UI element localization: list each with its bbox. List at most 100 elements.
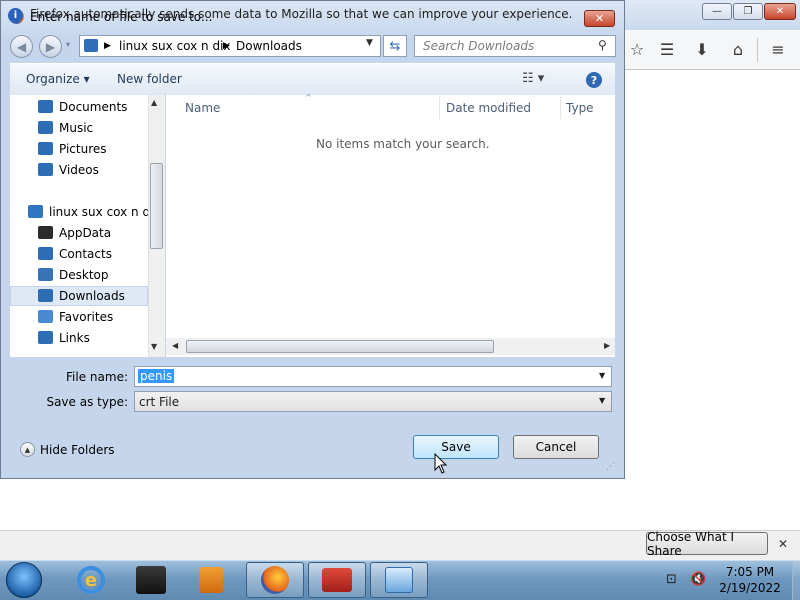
clock-date: 2/19/2022 xyxy=(719,581,781,595)
save-as-type-value: crt File xyxy=(139,395,180,409)
firefox-close-button[interactable]: ✕ xyxy=(764,3,796,20)
documents-icon xyxy=(38,100,53,113)
sidebar-item-pictures[interactable]: Pictures xyxy=(59,142,107,156)
save-button[interactable]: Save xyxy=(413,435,499,459)
back-button[interactable]: ◀ xyxy=(10,35,33,58)
mouse-cursor-icon xyxy=(434,453,448,474)
folder-icon xyxy=(84,39,98,52)
firefox-icon xyxy=(261,566,289,594)
toolbar-divider xyxy=(757,38,758,62)
save-as-type-label: Save as type: xyxy=(46,395,128,409)
scroll-left-icon[interactable]: ◀ xyxy=(172,341,178,350)
new-folder-button[interactable]: New folder xyxy=(117,72,182,86)
sidebar-item-links[interactable]: Links xyxy=(59,331,90,345)
file-name-value: penis xyxy=(138,369,175,383)
favorites-icon xyxy=(38,310,53,323)
save-as-type-select[interactable]: crt File ▼ xyxy=(134,391,612,412)
toolbox-icon xyxy=(322,568,352,592)
column-divider xyxy=(439,97,440,119)
toolbox-taskbar-icon[interactable] xyxy=(308,562,366,598)
sort-indicator-icon: ^ xyxy=(305,93,312,102)
column-header-date-modified[interactable]: Date modified xyxy=(446,101,531,115)
sidebar-item-documents[interactable]: Documents xyxy=(59,100,127,114)
firefox-taskbar-icon[interactable] xyxy=(246,562,304,598)
refresh-button[interactable]: ⇆ xyxy=(383,35,407,57)
appdata-icon xyxy=(38,226,53,239)
control-panel-icon xyxy=(385,567,413,593)
forward-button[interactable]: ▶ xyxy=(39,35,62,58)
organize-menu[interactable]: Organize ▾ xyxy=(26,72,90,86)
bookmarks-list-icon[interactable]: ☰ xyxy=(656,40,678,59)
system-clock[interactable]: 7:05 PM 2/19/2022 xyxy=(716,564,784,596)
help-icon[interactable]: ? xyxy=(586,72,602,88)
collapse-arrow-icon[interactable]: ▲ xyxy=(20,442,35,457)
media-player-taskbar-icon[interactable] xyxy=(182,562,240,598)
sidebar-item-music[interactable]: Music xyxy=(59,121,93,135)
file-name-input[interactable]: penis ▼ xyxy=(134,366,612,387)
minimize-button[interactable]: — xyxy=(702,3,732,20)
desktop-icon xyxy=(38,268,53,281)
info-icon: i xyxy=(8,8,23,23)
app-taskbar-icon[interactable] xyxy=(122,562,180,598)
recent-locations-chevron-icon[interactable]: ▾ xyxy=(66,40,70,49)
start-button[interactable] xyxy=(6,562,42,598)
pictures-icon xyxy=(38,142,53,155)
file-list-area xyxy=(166,95,615,357)
monitor-app-icon xyxy=(136,566,166,594)
breadcrumb-separator-icon: ▶ xyxy=(104,41,111,51)
sidebar-item-videos[interactable]: Videos xyxy=(59,163,99,177)
home-icon[interactable]: ⌂ xyxy=(727,40,749,59)
address-bar[interactable]: ▶ linux sux cox n dix ▶ Downloads ▼ xyxy=(79,35,381,57)
notification-text: Firefox automatically sends some data to… xyxy=(30,7,573,21)
view-options-icon[interactable]: ☷ ▾ xyxy=(522,71,544,86)
address-dropdown-icon[interactable]: ▼ xyxy=(366,38,373,48)
media-player-icon xyxy=(199,567,223,593)
firefox-window xyxy=(624,0,800,530)
column-header-type[interactable]: Type xyxy=(566,101,594,115)
resize-grip-icon[interactable]: ⋰ xyxy=(606,462,615,472)
bookmark-star-icon[interactable]: ☆ xyxy=(626,40,648,59)
scroll-right-icon[interactable]: ▶ xyxy=(604,341,610,350)
clock-time: 7:05 PM xyxy=(725,565,775,579)
sidebar-item-desktop[interactable]: Desktop xyxy=(59,268,109,282)
save-as-type-dropdown-icon[interactable]: ▼ xyxy=(599,396,605,405)
music-icon xyxy=(38,121,53,134)
column-header-name[interactable]: Name xyxy=(185,101,220,115)
sidebar-item-user[interactable]: linux sux cox n dix xyxy=(49,205,161,219)
horizontal-scroll-thumb[interactable] xyxy=(186,340,494,353)
sidebar-item-appdata[interactable]: AppData xyxy=(59,226,111,240)
column-divider xyxy=(560,97,561,119)
downloads-folder-icon xyxy=(38,289,53,302)
file-name-dropdown-icon[interactable]: ▼ xyxy=(599,371,605,380)
sidebar-item-downloads[interactable]: Downloads xyxy=(59,289,125,303)
menu-icon[interactable]: ≡ xyxy=(767,40,789,59)
breadcrumb-user[interactable]: linux sux cox n dix xyxy=(119,39,231,53)
scroll-down-icon[interactable]: ▼ xyxy=(151,342,157,351)
contacts-icon xyxy=(38,247,53,260)
network-icon[interactable]: ⊡ xyxy=(666,572,677,587)
volume-muted-icon[interactable]: 🔇 xyxy=(690,572,706,587)
links-icon xyxy=(38,331,53,344)
search-icon: ⚲ xyxy=(598,38,607,52)
sidebar-item-contacts[interactable]: Contacts xyxy=(59,247,112,261)
search-placeholder: Search Downloads xyxy=(423,39,535,53)
scroll-up-icon[interactable]: ▲ xyxy=(151,98,157,107)
maximize-button[interactable]: ❐ xyxy=(733,3,763,20)
hide-folders-button[interactable]: Hide Folders xyxy=(40,443,115,457)
show-desktop-button[interactable] xyxy=(792,561,800,600)
breadcrumb-separator-icon: ▶ xyxy=(223,41,230,51)
search-input[interactable]: Search Downloads ⚲ xyxy=(414,35,616,57)
user-folder-icon xyxy=(28,205,43,218)
breadcrumb-downloads[interactable]: Downloads xyxy=(236,39,302,53)
choose-what-i-share-button[interactable]: Choose What I Share xyxy=(646,530,768,558)
notification-close-button[interactable]: ✕ xyxy=(778,537,788,551)
file-name-label: File name: xyxy=(66,370,128,384)
nav-scroll-thumb[interactable] xyxy=(150,163,163,249)
dialog-close-button[interactable]: ✕ xyxy=(584,10,615,27)
internet-explorer-icon: e xyxy=(77,566,105,594)
cancel-button[interactable]: Cancel xyxy=(513,435,599,459)
internet-explorer-taskbar-icon[interactable]: e xyxy=(62,562,120,598)
sidebar-item-favorites[interactable]: Favorites xyxy=(59,310,113,324)
control-panel-taskbar-icon[interactable] xyxy=(370,562,428,598)
downloads-icon[interactable]: ⬇ xyxy=(691,40,713,59)
